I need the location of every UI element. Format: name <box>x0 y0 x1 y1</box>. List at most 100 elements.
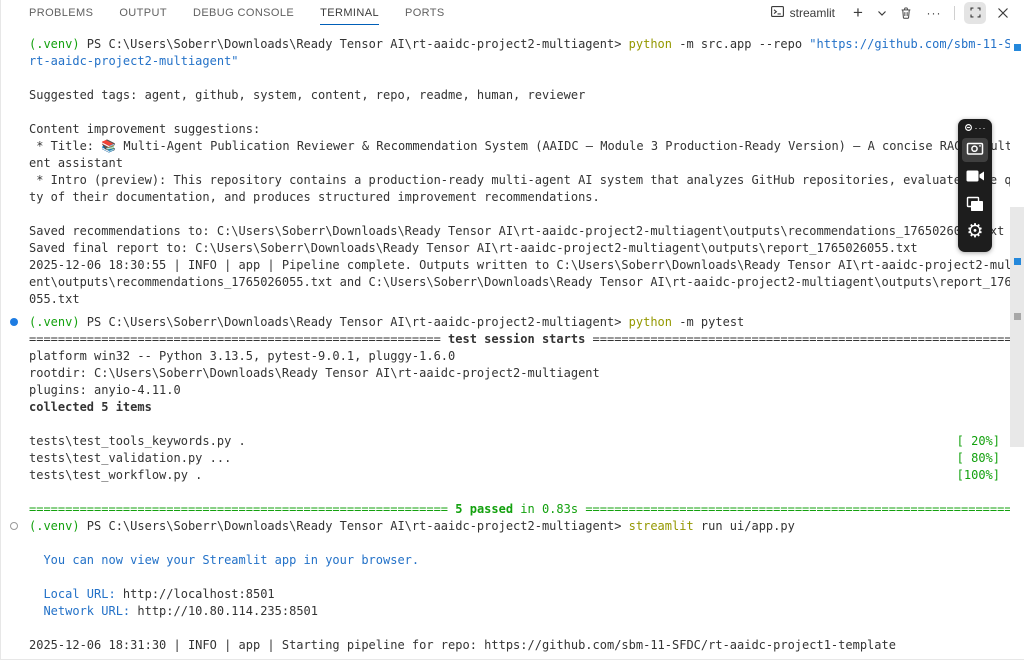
terminal-line: * Intro (preview): This repository conta… <box>29 172 1010 189</box>
terminal-text: You can now view your Streamlit app in y… <box>29 553 419 567</box>
overview-ruler-command-marker <box>1014 313 1021 320</box>
terminal-line: (.venv) PS C:\Users\Soberr\Downloads\Rea… <box>29 36 1010 53</box>
terminal-line: (.venv) PS C:\Users\Soberr\Downloads\Rea… <box>29 518 1010 535</box>
progress-percent: [100%] <box>957 467 1000 484</box>
terminal-text: test session starts <box>441 332 593 346</box>
terminal-line <box>29 416 1010 433</box>
terminal-text: PS C:\Users\Soberr\Downloads\Ready Tenso… <box>80 37 629 51</box>
terminal-text: python <box>629 37 672 51</box>
terminal-line: rt-aaidc-project2-multiagent" <box>29 53 1010 70</box>
tab-debug-console[interactable]: DEBUG CONSOLE <box>193 0 294 25</box>
screenshot-camera-icon <box>966 140 984 161</box>
terminal-line: collected 5 items <box>29 399 1010 416</box>
more-actions-button[interactable]: ··· <box>923 2 945 24</box>
window-capture-button[interactable] <box>962 194 988 218</box>
terminal-text: (.venv) <box>29 315 80 329</box>
command-decoration[interactable] <box>10 522 18 530</box>
terminal-line <box>29 104 1010 121</box>
terminal-line: You can now view your Streamlit app in y… <box>29 552 1010 569</box>
window-capture-icon <box>966 196 984 217</box>
terminal-text: rt-aaidc-project2-multiagent" <box>29 54 239 68</box>
terminal-actions: streamlit + ··· <box>770 2 1014 24</box>
terminal-text: platform win32 -- Python 3.13.5, pytest-… <box>29 349 455 363</box>
overview-ruler-command-marker <box>1014 258 1021 265</box>
terminal-text: (.venv) <box>29 37 80 51</box>
shell-label: streamlit <box>790 6 835 20</box>
close-panel-button[interactable] <box>992 2 1014 24</box>
terminal-line <box>29 484 1010 501</box>
maximize-panel-button[interactable] <box>964 2 986 24</box>
terminal-line: Local URL: http://localhost:8501 <box>29 586 1010 603</box>
panel-tab-bar: PROBLEMS OUTPUT DEBUG CONSOLE TERMINAL P… <box>1 0 1024 25</box>
overview-ruler-command-marker <box>1014 44 1021 51</box>
tab-problems[interactable]: PROBLEMS <box>29 0 93 25</box>
terminal-text: Suggested tags: agent, github, system, c… <box>29 88 585 102</box>
terminal-line <box>29 569 1010 586</box>
more-icon[interactable]: ··· <box>975 124 987 132</box>
terminal-line: plugins: anyio-4.11.0 <box>29 382 1010 399</box>
terminal-line: rootdir: C:\Users\Soberr\Downloads\Ready… <box>29 365 1010 382</box>
terminal-text: Local URL: <box>29 587 123 601</box>
panel-tabs: PROBLEMS OUTPUT DEBUG CONSOLE TERMINAL P… <box>29 0 445 25</box>
terminal-scrollbar[interactable] <box>1010 26 1024 659</box>
terminal-line <box>29 206 1010 223</box>
terminal-text: PS C:\Users\Soberr\Downloads\Ready Tenso… <box>80 519 629 533</box>
terminal-line <box>29 70 1010 87</box>
terminal-line: Suggested tags: agent, github, system, c… <box>29 87 1010 104</box>
new-terminal-button[interactable]: + <box>847 2 869 24</box>
terminal-dropdown-chevron-icon[interactable] <box>875 2 889 24</box>
terminal-text: Saved final report to: C:\Users\Soberr\D… <box>29 241 918 255</box>
terminal-text: tests\test_validation.py ... <box>29 451 231 465</box>
terminal-session-chip[interactable]: streamlit <box>770 4 835 22</box>
terminal-line: Content improvement suggestions: <box>29 121 1010 138</box>
terminal-text: plugins: anyio-4.11.0 <box>29 383 181 397</box>
command-decoration[interactable] <box>10 318 18 326</box>
record-video-icon <box>966 169 985 188</box>
terminal-line: Saved recommendations to: C:\Users\Sober… <box>29 223 1010 240</box>
terminal-text: streamlit <box>629 519 694 533</box>
kill-terminal-button[interactable] <box>895 2 917 24</box>
terminal-icon <box>770 4 785 22</box>
progress-percent: [ 80%] <box>957 450 1000 467</box>
tab-output[interactable]: OUTPUT <box>119 0 167 25</box>
terminal-text: -m src.app --repo <box>672 37 809 51</box>
terminal-text: rootdir: C:\Users\Soberr\Downloads\Ready… <box>29 366 600 380</box>
terminal-line: 2025-12-06 18:31:30 | INFO | app | Start… <box>29 637 1010 654</box>
link-icon[interactable] <box>964 119 973 137</box>
terminal-text: Network URL: <box>29 604 137 618</box>
tab-ports[interactable]: PORTS <box>405 0 445 25</box>
scrollbar-thumb[interactable] <box>1010 207 1024 447</box>
terminal-text: tests\test_workflow.py . <box>29 468 202 482</box>
terminal-text: run ui/app.py <box>694 519 795 533</box>
terminal-line: ent\outputs\recommendations_1765026055.t… <box>29 274 1010 291</box>
terminal-text: in 0.83s <box>513 502 585 516</box>
terminal-text: "https://github.com/sbm-11-SFDC/ <box>809 37 1010 51</box>
terminal-text: ent\outputs\recommendations_1765026055.t… <box>29 275 1010 289</box>
terminal-line: ent assistant <box>29 155 1010 172</box>
terminal-text: * Intro (preview): This repository conta… <box>29 173 1010 187</box>
terminal-text: ========================================… <box>29 502 455 516</box>
terminal-text: 2025-12-06 18:30:55 | INFO | app | Pipel… <box>29 258 1010 272</box>
terminal-line <box>29 620 1010 637</box>
terminal-text: Multi-Agent Publication Reviewer & Recom… <box>116 139 1010 153</box>
terminal-text: Saved recommendations to: C:\Users\Sober… <box>29 224 1004 238</box>
terminal-text: python <box>629 315 672 329</box>
toolbar-divider <box>954 6 955 20</box>
terminal-text: Content improvement suggestions: <box>29 122 260 136</box>
terminal-text: ent assistant <box>29 156 123 170</box>
terminal-text: http://localhost:8501 <box>123 587 275 601</box>
terminal-text: collected 5 items <box>29 400 152 414</box>
terminal-text: tests\test_tools_keywords.py . <box>29 434 246 448</box>
screenshot-camera-button[interactable] <box>962 138 988 162</box>
terminal-output: (.venv) PS C:\Users\Soberr\Downloads\Rea… <box>1 26 1010 659</box>
terminal-text: ========================================… <box>29 332 441 346</box>
terminal-text: 055.txt <box>29 292 80 306</box>
record-video-button[interactable] <box>962 166 988 190</box>
tab-terminal[interactable]: TERMINAL <box>320 0 379 25</box>
terminal-line: ty of their documentation, and produces … <box>29 189 1010 206</box>
settings-gear-icon[interactable]: ⚙ <box>966 222 983 241</box>
terminal-text: (.venv) <box>29 519 80 533</box>
terminal-text: ========================================… <box>593 332 1010 346</box>
terminal-text: http://10.80.114.235:8501 <box>137 604 318 618</box>
terminal-text: PS C:\Users\Soberr\Downloads\Ready Tenso… <box>80 315 629 329</box>
